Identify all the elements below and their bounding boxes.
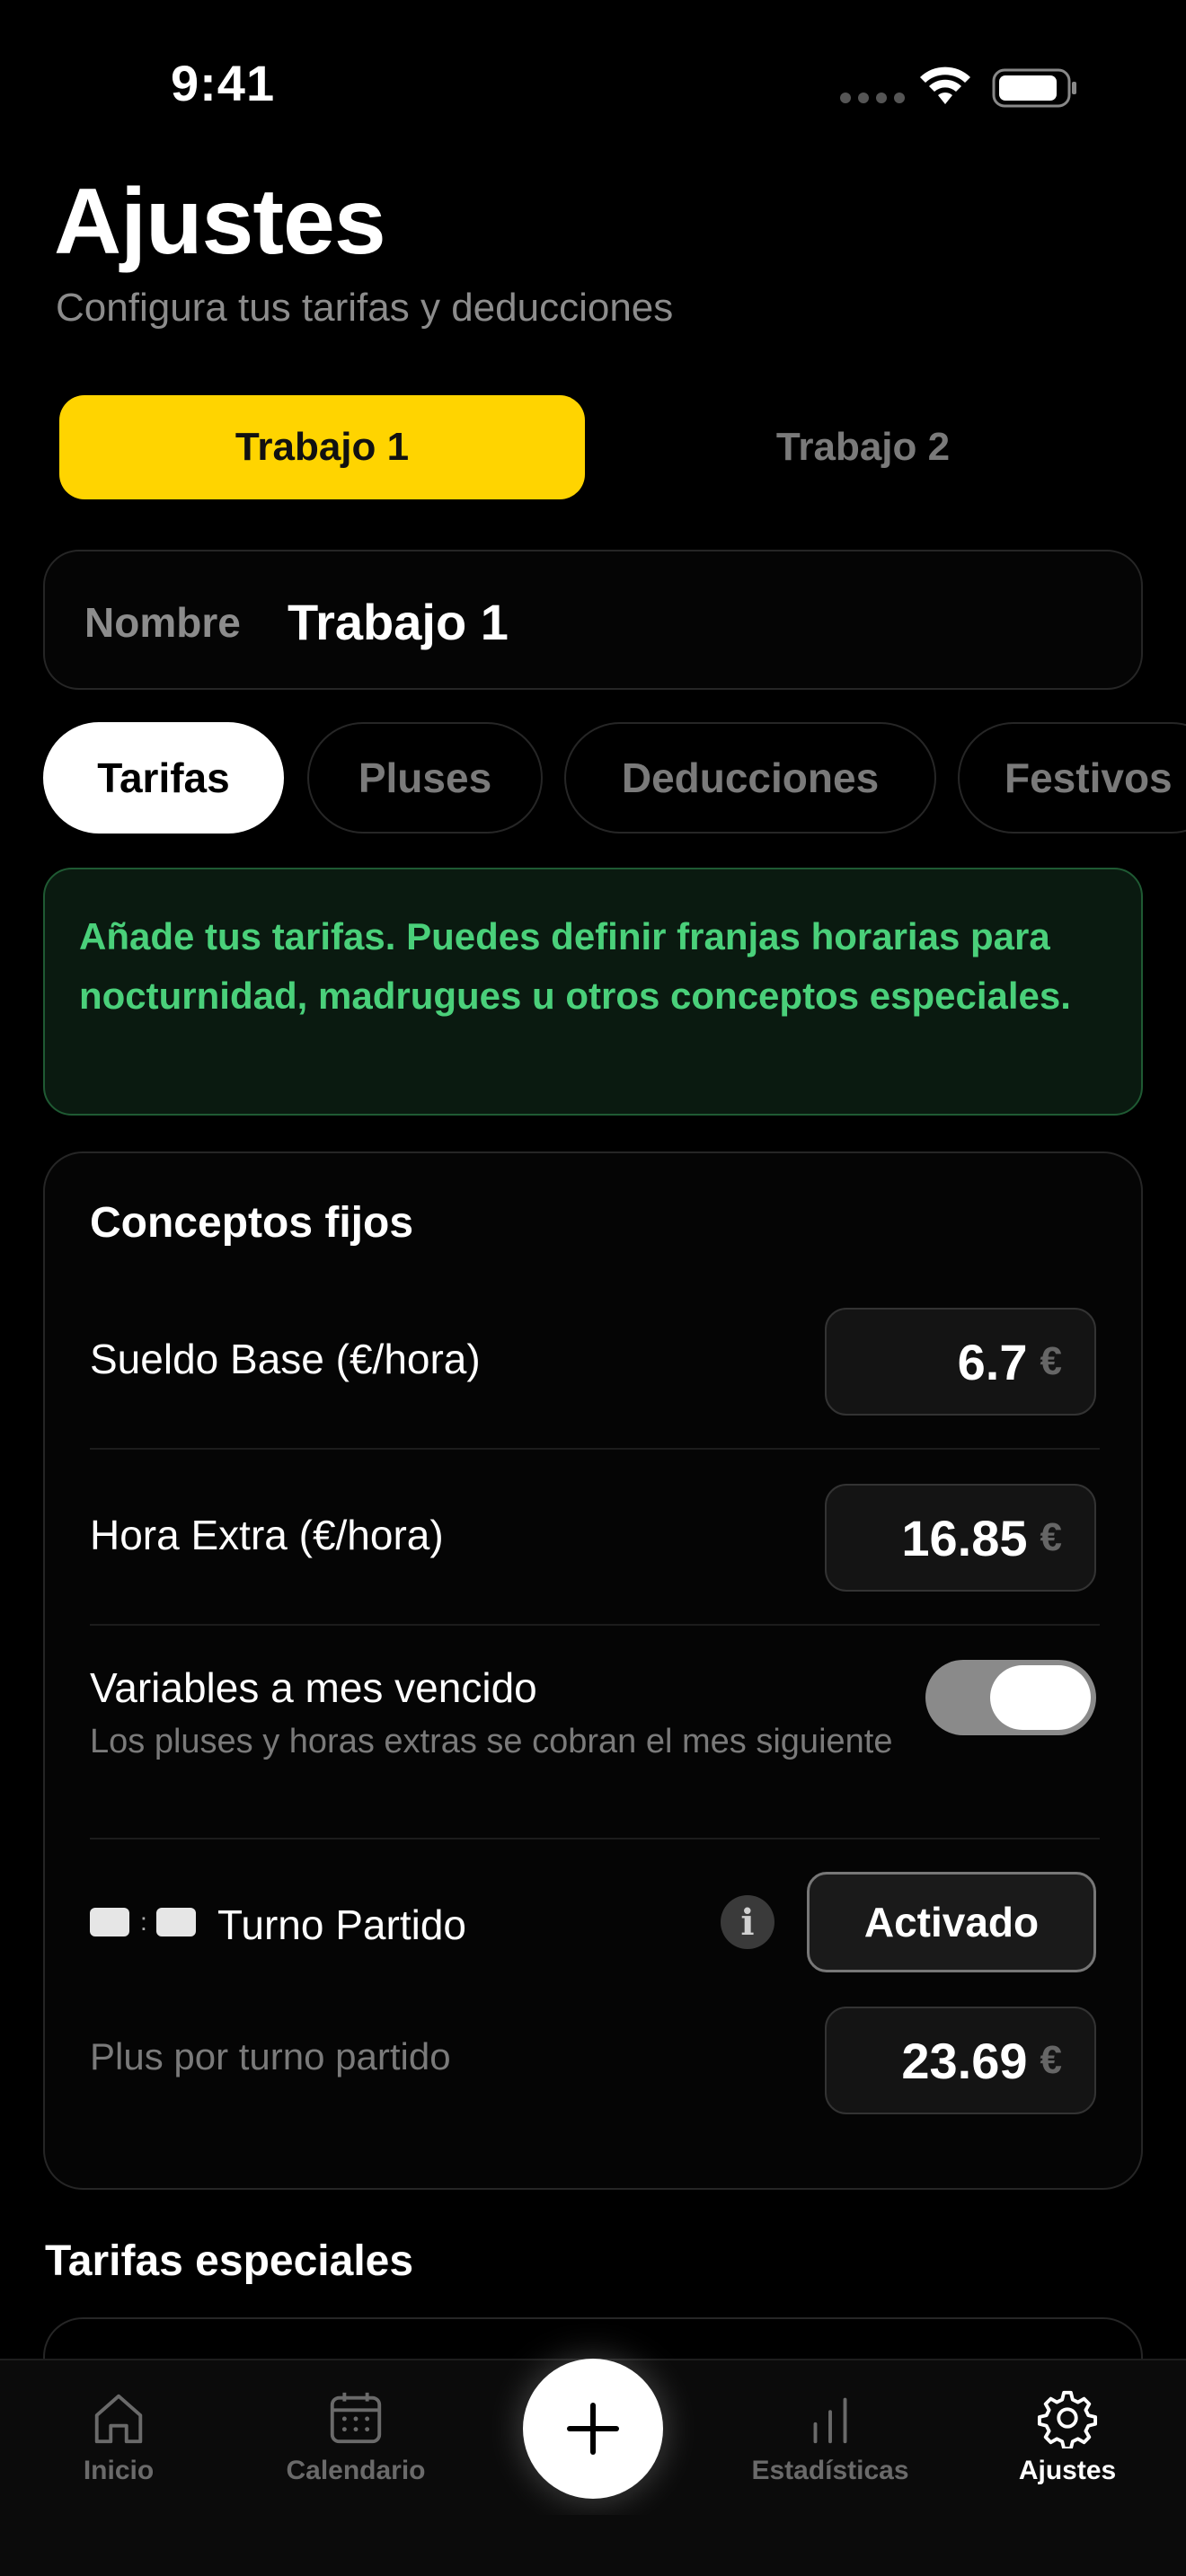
divider [90, 1448, 1100, 1450]
home-icon [94, 2394, 143, 2444]
job-name-field[interactable]: Nombre Trabajo 1 [43, 550, 1143, 690]
toggle-knob [990, 1665, 1091, 1730]
tab-festivos[interactable]: Festivos [958, 722, 1186, 834]
tab-trabajo-1[interactable]: Trabajo 1 [59, 395, 585, 499]
overtime-input[interactable]: 16.85 € [825, 1484, 1096, 1592]
tab-trabajo-2[interactable]: Trabajo 2 [600, 395, 1126, 499]
tab-inicio[interactable]: Inicio [11, 2360, 226, 2486]
split-shift-label: Turno Partido [217, 1901, 466, 1948]
page-subtitle: Configura tus tarifas y deducciones [56, 286, 674, 330]
gear-icon [1037, 2390, 1098, 2448]
tab-deducciones[interactable]: Deducciones [564, 722, 936, 834]
info-icon[interactable]: i [721, 1895, 774, 1949]
tab-ajustes-label: Ajustes [1018, 2456, 1117, 2485]
base-salary-label: Sueldo Base (€/hora) [90, 1336, 481, 1382]
page-title: Ajustes [54, 170, 386, 274]
job-name-value[interactable]: Trabajo 1 [288, 593, 509, 651]
tab-calendario[interactable]: Calendario [248, 2360, 464, 2486]
tab-ajustes[interactable]: Ajustes [960, 2360, 1175, 2486]
euro-unit: € [1040, 1515, 1062, 1559]
split-shift-plus-input[interactable]: 23.69 € [825, 2007, 1096, 2114]
split-shift-plus-label: Plus por turno partido [90, 2035, 451, 2078]
job-name-label: Nombre [84, 599, 241, 646]
split-shift-status-button[interactable]: Activado [807, 1872, 1096, 1972]
divider [90, 1624, 1100, 1626]
split-shift-icon: : [90, 1908, 198, 1938]
euro-unit: € [1040, 2038, 1062, 2082]
tab-pluses[interactable]: Pluses [307, 722, 543, 834]
tab-inicio-label: Inicio [83, 2456, 155, 2485]
status-bar: 9:41 [0, 0, 1186, 171]
deferred-description: Los pluses y horas extras se cobran el m… [90, 1723, 893, 1760]
deferred-label: Variables a mes vencido [90, 1664, 537, 1711]
tab-calendario-label: Calendario [286, 2456, 426, 2485]
stats-icon [813, 2397, 847, 2444]
euro-unit: € [1040, 1339, 1062, 1383]
fixed-concepts-title: Conceptos fijos [90, 1199, 414, 1247]
divider [90, 1838, 1100, 1839]
status-time: 9:41 [171, 55, 276, 111]
wifi-icon [920, 66, 970, 104]
home-indicator-area [0, 2515, 1186, 2576]
tab-estadisticas-label: Estadísticas [751, 2456, 909, 2485]
deferred-toggle[interactable] [925, 1660, 1096, 1735]
info-banner: Añade tus tarifas. Puedes definir franja… [43, 868, 1143, 1116]
plus-icon [567, 2403, 619, 2455]
battery-icon [992, 68, 1076, 108]
base-salary-input[interactable]: 6.7 € [825, 1308, 1096, 1416]
add-button[interactable] [523, 2359, 663, 2499]
tab-tarifas[interactable]: Tarifas [43, 722, 284, 834]
special-rates-heading: Tarifas especiales [45, 2237, 414, 2285]
split-shift-plus-value: 23.69 [901, 2032, 1028, 2089]
tab-estadisticas[interactable]: Estadísticas [722, 2360, 938, 2486]
overtime-label: Hora Extra (€/hora) [90, 1512, 444, 1558]
base-salary-value: 6.7 [957, 1333, 1028, 1390]
fixed-concepts-card: Conceptos fijos Sueldo Base (€/hora) 6.7… [43, 1151, 1143, 2190]
signal-icon [840, 93, 905, 103]
info-banner-text: Añade tus tarifas. Puedes definir franja… [79, 915, 1071, 1017]
overtime-value: 16.85 [901, 1509, 1028, 1566]
calendar-icon [330, 2392, 382, 2444]
